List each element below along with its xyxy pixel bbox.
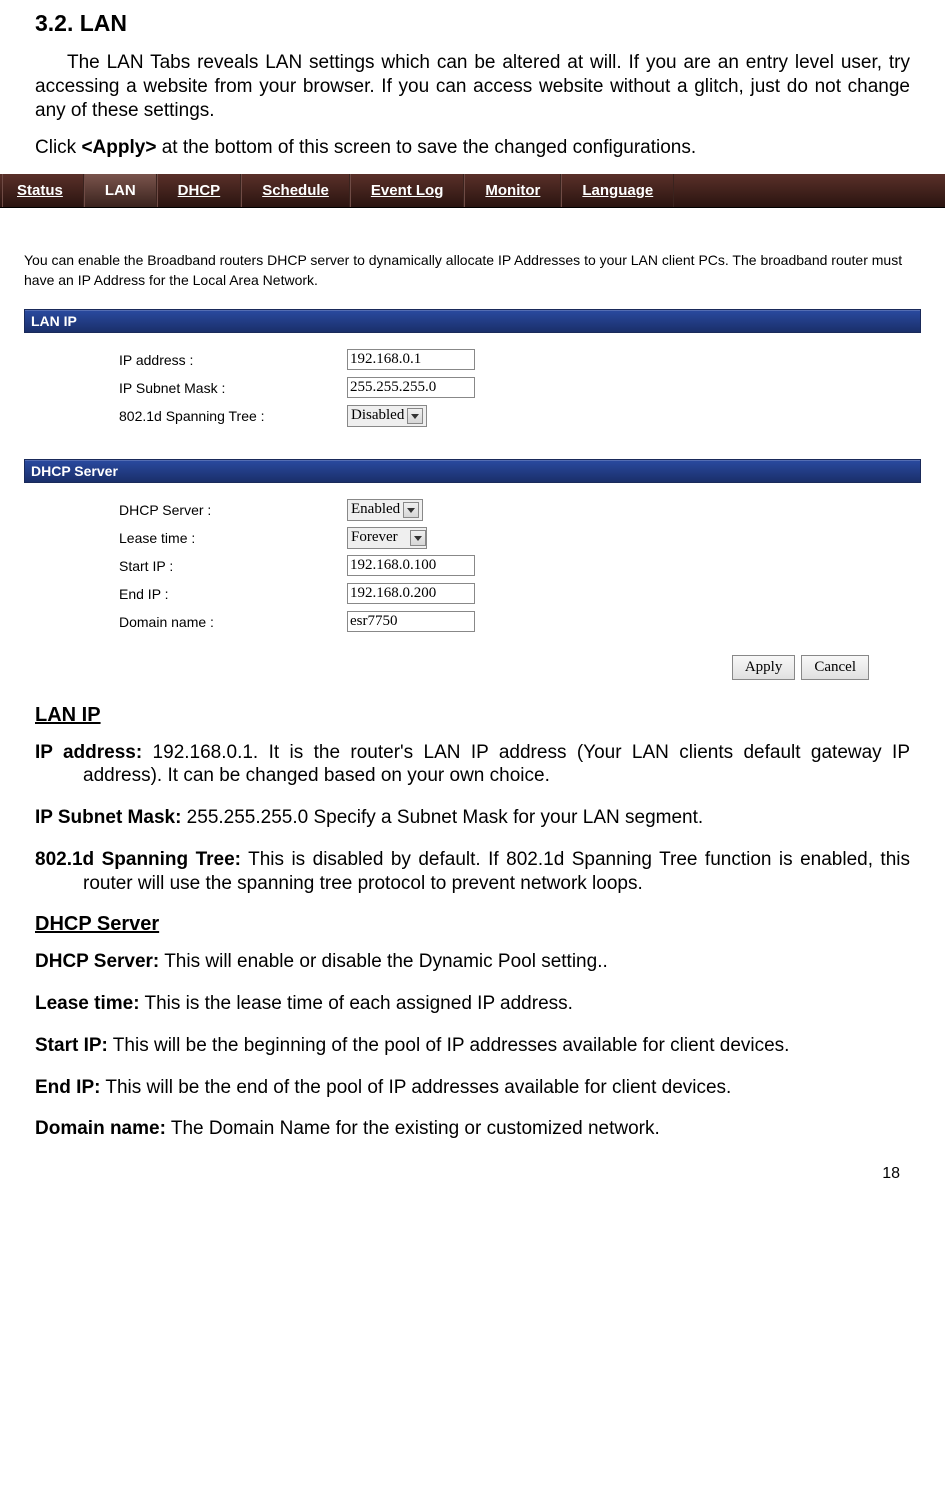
row-domain-name: Domain name : — [119, 609, 921, 635]
input-ip-address[interactable] — [347, 349, 475, 370]
row-start-ip: Start IP : — [119, 553, 921, 579]
row-end-ip: End IP : — [119, 581, 921, 607]
page-number: 18 — [35, 1165, 910, 1183]
dhcp-server-section-header: DHCP Server — [24, 459, 921, 483]
tab-schedule[interactable]: Schedule — [241, 174, 350, 207]
def-dhcp-server: DHCP Server: This will enable or disable… — [35, 950, 910, 974]
label-end-ip: End IP : — [119, 586, 347, 602]
label-dhcp-server: DHCP Server : — [119, 502, 347, 518]
def-text: This will be the beginning of the pool o… — [108, 1035, 790, 1056]
def-term: 802.1d Spanning Tree: — [35, 849, 241, 870]
tab-dhcp[interactable]: DHCP — [157, 174, 242, 207]
row-spanning-tree: 802.1d Spanning Tree : Disabled — [119, 403, 921, 429]
def-end-ip: End IP: This will be the end of the pool… — [35, 1076, 910, 1100]
router-ui-screenshot: Status LAN DHCP Schedule Event Log Monit… — [0, 174, 945, 692]
tab-status[interactable]: Status — [2, 174, 84, 207]
tab-language[interactable]: Language — [561, 174, 674, 207]
chevron-down-icon — [403, 502, 419, 518]
apply-keyword: <Apply> — [81, 137, 156, 158]
section-heading: 3.2. LAN — [35, 10, 910, 37]
select-lease-time[interactable]: Forever — [347, 527, 427, 549]
input-start-ip[interactable] — [347, 555, 475, 576]
select-value: Disabled — [351, 407, 404, 424]
select-value: Forever — [351, 529, 407, 546]
label-start-ip: Start IP : — [119, 558, 347, 574]
def-term: IP address: — [35, 742, 142, 763]
button-row: Apply Cancel — [24, 655, 921, 680]
def-subnet-mask: IP Subnet Mask: 255.255.255.0 Specify a … — [35, 806, 910, 830]
def-text: This will enable or disable the Dynamic … — [159, 951, 608, 972]
tab-event-log[interactable]: Event Log — [350, 174, 465, 207]
text-fragment: at the bottom of this screen to save the… — [156, 137, 696, 158]
input-subnet-mask[interactable] — [347, 377, 475, 398]
def-spanning-tree: 802.1d Spanning Tree: This is disabled b… — [35, 848, 910, 896]
text-fragment: Click — [35, 137, 81, 158]
tab-monitor[interactable]: Monitor — [464, 174, 561, 207]
def-text: 255.255.255.0 Specify a Subnet Mask for … — [181, 807, 703, 828]
dhcp-server-heading: DHCP Server — [35, 913, 910, 936]
def-term: Start IP: — [35, 1035, 108, 1056]
select-spanning-tree[interactable]: Disabled — [347, 405, 427, 427]
label-domain-name: Domain name : — [119, 614, 347, 630]
row-subnet-mask: IP Subnet Mask : — [119, 375, 921, 401]
def-text: This will be the end of the pool of IP a… — [100, 1077, 731, 1098]
label-spanning-tree: 802.1d Spanning Tree : — [119, 408, 347, 424]
select-value: Enabled — [351, 501, 400, 518]
def-term: Lease time: — [35, 993, 140, 1014]
input-domain-name[interactable] — [347, 611, 475, 632]
def-ip-address: IP address: 192.168.0.1. It is the route… — [35, 741, 910, 789]
lan-ip-heading: LAN IP — [35, 704, 910, 727]
def-term: IP Subnet Mask: — [35, 807, 181, 828]
lan-ip-form: IP address : IP Subnet Mask : 802.1d Spa… — [119, 347, 921, 429]
def-start-ip: Start IP: This will be the beginning of … — [35, 1034, 910, 1058]
cancel-button[interactable]: Cancel — [801, 655, 869, 680]
apply-button[interactable]: Apply — [732, 655, 796, 680]
chevron-down-icon — [410, 530, 426, 546]
def-text: The Domain Name for the existing or cust… — [166, 1118, 660, 1139]
lan-ip-section-header: LAN IP — [24, 309, 921, 333]
def-term: Domain name: — [35, 1118, 166, 1139]
def-term: DHCP Server: — [35, 951, 159, 972]
select-dhcp-server[interactable]: Enabled — [347, 499, 423, 521]
tab-lan[interactable]: LAN — [84, 174, 157, 207]
dhcp-form: DHCP Server : Enabled Lease time : Forev… — [119, 497, 921, 635]
paragraph-apply-note: Click <Apply> at the bottom of this scre… — [35, 136, 910, 160]
input-end-ip[interactable] — [347, 583, 475, 604]
def-domain-name: Domain name: The Domain Name for the exi… — [35, 1117, 910, 1141]
row-lease-time: Lease time : Forever — [119, 525, 921, 551]
row-dhcp-server: DHCP Server : Enabled — [119, 497, 921, 523]
label-lease-time: Lease time : — [119, 530, 347, 546]
row-ip-address: IP address : — [119, 347, 921, 373]
paragraph-intro: The LAN Tabs reveals LAN settings which … — [35, 51, 910, 122]
tab-bar: Status LAN DHCP Schedule Event Log Monit… — [0, 174, 945, 208]
page-description: You can enable the Broadband routers DHC… — [24, 250, 921, 291]
def-text: This is the lease time of each assigned … — [140, 993, 573, 1014]
label-ip-address: IP address : — [119, 352, 347, 368]
def-text: 192.168.0.1. It is the router's LAN IP a… — [83, 742, 910, 787]
chevron-down-icon — [407, 408, 423, 424]
def-lease-time: Lease time: This is the lease time of ea… — [35, 992, 910, 1016]
def-term: End IP: — [35, 1077, 100, 1098]
label-subnet-mask: IP Subnet Mask : — [119, 380, 347, 396]
